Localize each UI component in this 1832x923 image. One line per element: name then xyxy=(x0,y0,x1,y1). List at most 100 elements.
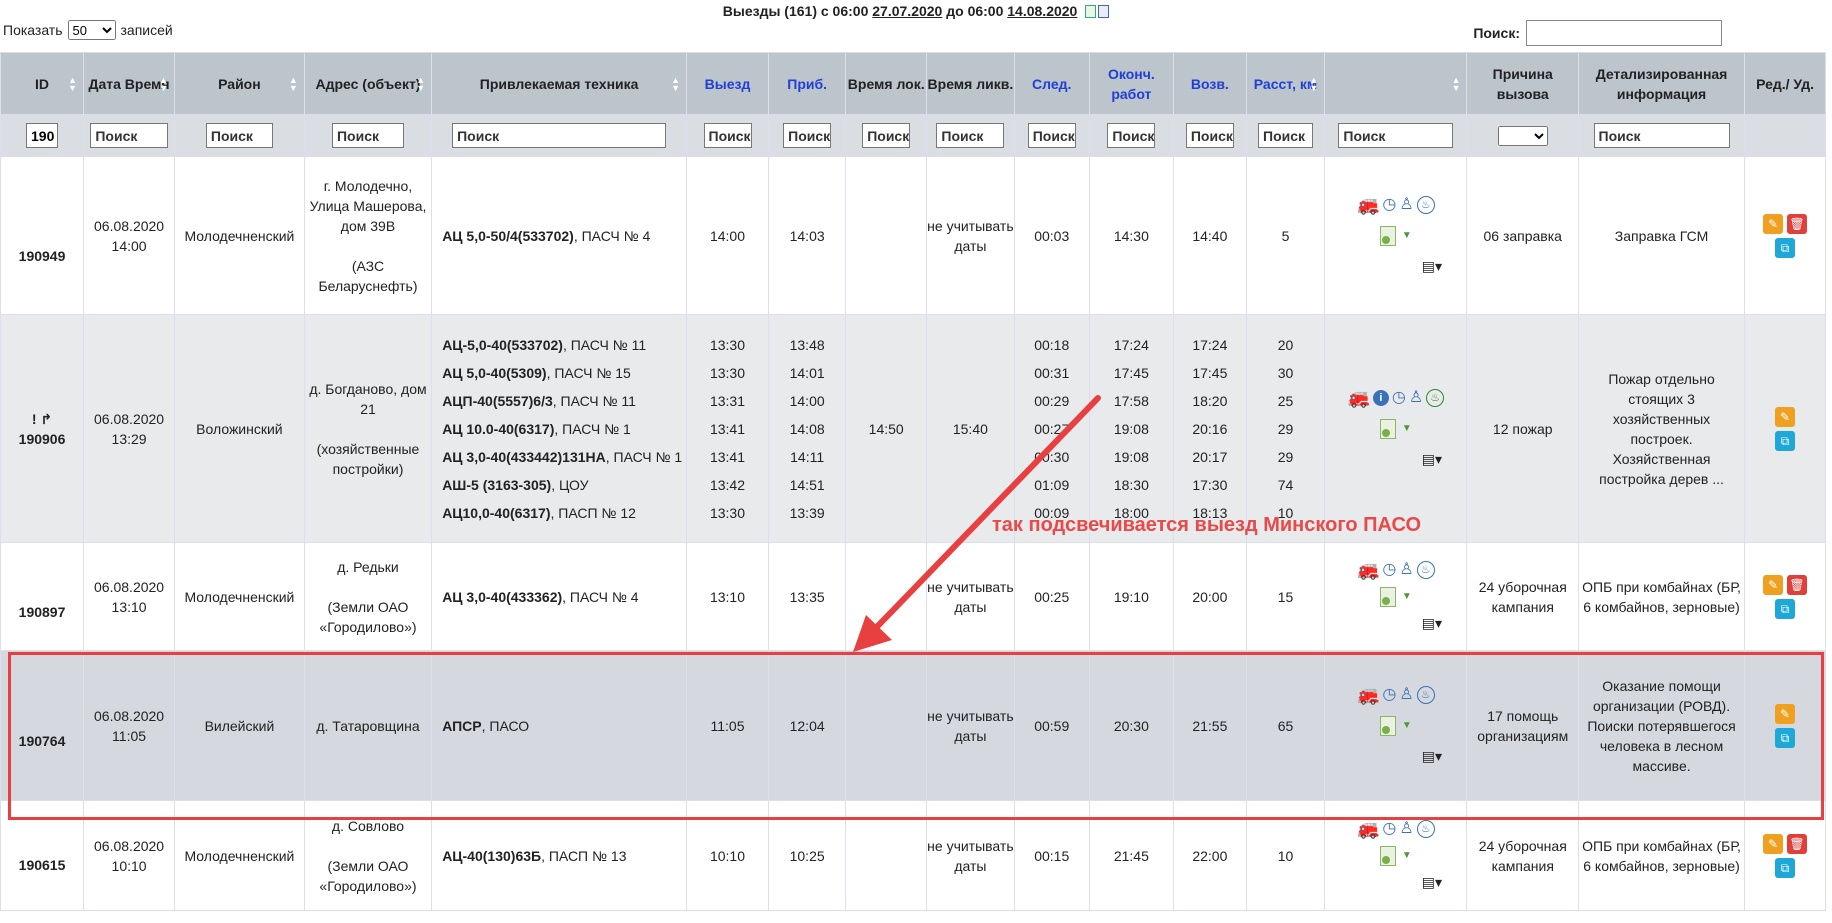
filter-distance[interactable] xyxy=(1258,123,1314,148)
person-icon[interactable]: ♙ xyxy=(1399,820,1413,838)
clock-icon[interactable]: ◷ xyxy=(1382,820,1396,838)
car-icon[interactable]: 🚒 xyxy=(1357,820,1379,838)
word-export-icon[interactable] xyxy=(1098,5,1110,18)
edit-icon[interactable]: ✎ xyxy=(1775,406,1796,427)
page-length-select[interactable]: 50 xyxy=(67,20,116,40)
col-loc-time[interactable]: Время лок. xyxy=(845,52,928,115)
chevron-down-icon[interactable]: ▼ xyxy=(1402,846,1412,866)
table-row-highlighted[interactable]: 190764 06.08.2020 11:05 Вилейский д. Тата… xyxy=(0,650,1826,801)
col-arrival[interactable]: Приб. xyxy=(767,52,847,115)
document-icon[interactable] xyxy=(1379,225,1396,246)
table-row[interactable]: ! ↱ 190906 06.08.2020 13:29 Воложинский д.… xyxy=(0,314,1826,543)
filter-reason-select[interactable] xyxy=(1497,125,1548,146)
filter-arrival[interactable] xyxy=(783,123,832,148)
excel-export-icon[interactable] xyxy=(1085,5,1097,18)
col-tech[interactable]: Привлекаемая техника ▲ ▼ xyxy=(431,52,688,115)
document-icon[interactable] xyxy=(1379,715,1396,736)
fire-icon[interactable]: ♨ xyxy=(1416,685,1435,704)
filter-follow[interactable] xyxy=(1027,123,1076,148)
filter-id[interactable] xyxy=(26,123,59,148)
fire-icon[interactable]: ♨ xyxy=(1416,195,1435,214)
row-id[interactable]: 190615 xyxy=(0,800,85,911)
filter-district[interactable] xyxy=(205,123,273,148)
col-datetime[interactable]: Дата Время ▲ ▼ xyxy=(83,52,176,115)
row-id[interactable]: 190949 xyxy=(0,156,85,315)
delete-icon[interactable]: 🗑 xyxy=(1787,574,1808,595)
document-icon[interactable] xyxy=(1379,845,1396,866)
col-actions[interactable]: ▲ ▼ xyxy=(1324,52,1468,115)
row-id[interactable]: 190764 xyxy=(0,650,85,801)
col-id[interactable]: ID ▲ ▼ xyxy=(0,52,85,115)
clock-icon[interactable]: ◷ xyxy=(1382,561,1396,579)
col-liq-time[interactable]: Время ликв. xyxy=(926,52,1015,115)
col-follow[interactable]: След. xyxy=(1013,52,1090,115)
filter-datetime[interactable] xyxy=(90,123,168,148)
search-input[interactable] xyxy=(1526,20,1722,46)
clock-icon[interactable]: ◷ xyxy=(1392,389,1406,407)
col-address[interactable]: Адрес (объект) ▲ ▼ xyxy=(303,52,433,115)
filter-details[interactable] xyxy=(1593,123,1730,148)
col-end-work[interactable]: Оконч. работ xyxy=(1088,52,1174,115)
chevron-down-icon[interactable]: ▼ xyxy=(1402,419,1412,439)
filter-loc-time[interactable] xyxy=(862,123,911,148)
document-icon[interactable] xyxy=(1379,418,1396,439)
chevron-down-icon[interactable]: ▼ xyxy=(1402,716,1412,736)
filter-tech[interactable] xyxy=(452,123,667,148)
sheet-icon[interactable]: ▤▾ xyxy=(1397,256,1466,276)
edit-icon[interactable]: ✎ xyxy=(1775,703,1796,724)
sheet-icon[interactable]: ▤▾ xyxy=(1397,872,1466,892)
edit-icon[interactable]: ✎ xyxy=(1763,213,1784,234)
date-from-link[interactable]: 27.07.2020 xyxy=(872,3,942,19)
copy-icon[interactable]: ⧉ xyxy=(1775,857,1796,878)
chevron-down-icon[interactable]: ▼ xyxy=(1402,587,1412,607)
car-icon[interactable]: 🚒 xyxy=(1357,686,1379,704)
row-actions: 🚒 ◷ ♙ ♨ ▼ ▤▾ xyxy=(1324,542,1468,651)
car-icon[interactable]: 🚒 xyxy=(1357,196,1379,214)
clock-icon[interactable]: ◷ xyxy=(1382,686,1396,704)
row-id[interactable]: ! ↱ 190906 xyxy=(0,314,85,543)
date-to-link[interactable]: 14.08.2020 xyxy=(1007,3,1077,19)
delete-icon[interactable]: 🗑 xyxy=(1787,833,1808,854)
edit-icon[interactable]: ✎ xyxy=(1763,833,1784,854)
edit-icon[interactable]: ✎ xyxy=(1763,574,1784,595)
sheet-icon[interactable]: ▤▾ xyxy=(1397,449,1466,469)
col-district[interactable]: Район ▲ ▼ xyxy=(174,52,305,115)
clock-icon[interactable]: ◷ xyxy=(1382,196,1396,214)
filter-departure[interactable] xyxy=(703,123,752,148)
col-details[interactable]: Детализированная информация xyxy=(1577,52,1746,115)
person-icon[interactable]: ♙ xyxy=(1409,389,1423,407)
filter-end-work[interactable] xyxy=(1107,123,1156,148)
table-row[interactable]: 190615 06.08.2020 10:10 Молодечненский д.… xyxy=(0,800,1826,911)
sheet-icon[interactable]: ▤▾ xyxy=(1397,746,1466,766)
row-id[interactable]: 190897 xyxy=(0,542,85,651)
copy-icon[interactable]: ⧉ xyxy=(1775,598,1796,619)
person-icon[interactable]: ♙ xyxy=(1399,561,1413,579)
copy-icon[interactable]: ⧉ xyxy=(1775,727,1796,748)
car-icon[interactable]: 🚒 xyxy=(1357,561,1379,579)
col-return[interactable]: Возв. xyxy=(1172,52,1247,115)
filter-liq-time[interactable] xyxy=(936,123,1005,148)
col-distance[interactable]: Расст, км ▲ ▼ xyxy=(1245,52,1326,115)
person-icon[interactable]: ♙ xyxy=(1399,686,1413,704)
table-row[interactable]: 190897 06.08.2020 13:10 Молодечненский д.… xyxy=(0,542,1826,651)
col-reason[interactable]: Причина вызова xyxy=(1466,52,1579,115)
col-departure[interactable]: Выезд xyxy=(686,52,769,115)
row-liq-time: 15:40 xyxy=(926,314,1015,543)
copy-icon[interactable]: ⧉ xyxy=(1775,430,1796,451)
filter-return[interactable] xyxy=(1185,123,1234,148)
fire-icon[interactable]: ♨ xyxy=(1416,819,1435,838)
row-follow: 00:15 xyxy=(1013,800,1090,911)
copy-icon[interactable]: ⧉ xyxy=(1775,237,1796,258)
car-icon[interactable]: 🚒 xyxy=(1348,389,1370,407)
info-icon[interactable]: i xyxy=(1372,389,1389,406)
filter-address[interactable] xyxy=(331,123,404,148)
person-icon[interactable]: ♙ xyxy=(1399,196,1413,214)
chevron-down-icon[interactable]: ▼ xyxy=(1402,226,1412,246)
table-row[interactable]: 190949 06.08.2020 14:00 Молодечненский г.… xyxy=(0,156,1826,315)
fire-icon[interactable]: ♨ xyxy=(1426,388,1445,407)
sheet-icon[interactable]: ▤▾ xyxy=(1397,613,1466,633)
filter-actions[interactable] xyxy=(1338,123,1454,148)
document-icon[interactable] xyxy=(1379,586,1396,607)
fire-icon[interactable]: ♨ xyxy=(1416,560,1435,579)
delete-icon[interactable]: 🗑 xyxy=(1787,213,1808,234)
